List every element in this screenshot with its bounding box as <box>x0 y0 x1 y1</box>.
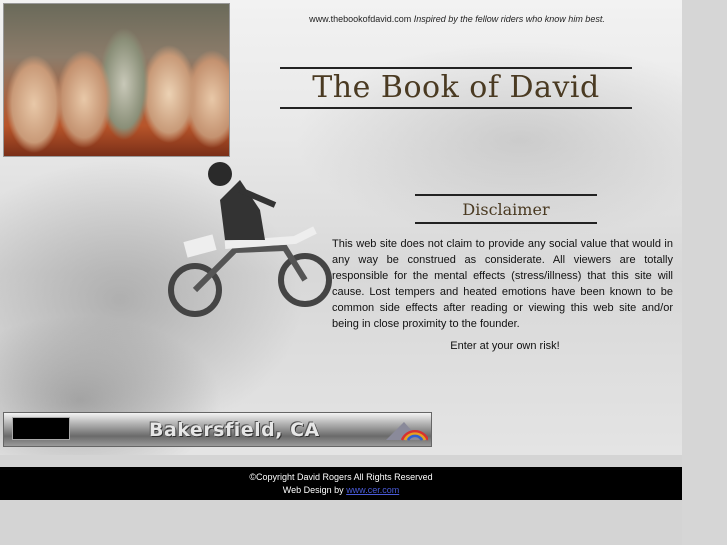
disclaimer-text: This web site does not claim to provide … <box>332 238 673 330</box>
tagline-text: Inspired by the fellow riders who know h… <box>413 14 605 24</box>
location-banner: Bakersfield, CA <box>3 412 432 447</box>
disclaimer-heading: Disclaimer <box>462 200 550 219</box>
page-title: The Book of David <box>312 70 600 105</box>
rainbow-logo-icon <box>386 422 428 441</box>
group-photo <box>3 3 230 157</box>
footer-design-label: Web Design by <box>282 485 344 495</box>
location-text: Bakersfield, CA <box>149 419 320 441</box>
motocross-rider-image <box>168 162 332 317</box>
site-url: www.thebookofdavid.com <box>309 14 412 24</box>
footer: ©Copyright David Rogers All Rights Reser… <box>0 467 682 500</box>
footer-copyright: ©Copyright David Rogers All Rights Reser… <box>249 472 433 482</box>
design-credit-link[interactable]: www.cer.com <box>346 485 399 495</box>
header-tagline: www.thebookofdavid.com Inspired by the f… <box>232 14 682 24</box>
footer-design: Web Design by www.cer.com <box>0 484 682 497</box>
right-margin <box>682 0 727 545</box>
banner-dark-box <box>12 417 70 440</box>
disclaimer-rule-bottom <box>415 222 597 224</box>
page: www.thebookofdavid.com Inspired by the f… <box>0 0 682 545</box>
title-rule-bottom <box>280 107 632 109</box>
enter-link[interactable]: Enter at your own risk! <box>332 340 678 352</box>
